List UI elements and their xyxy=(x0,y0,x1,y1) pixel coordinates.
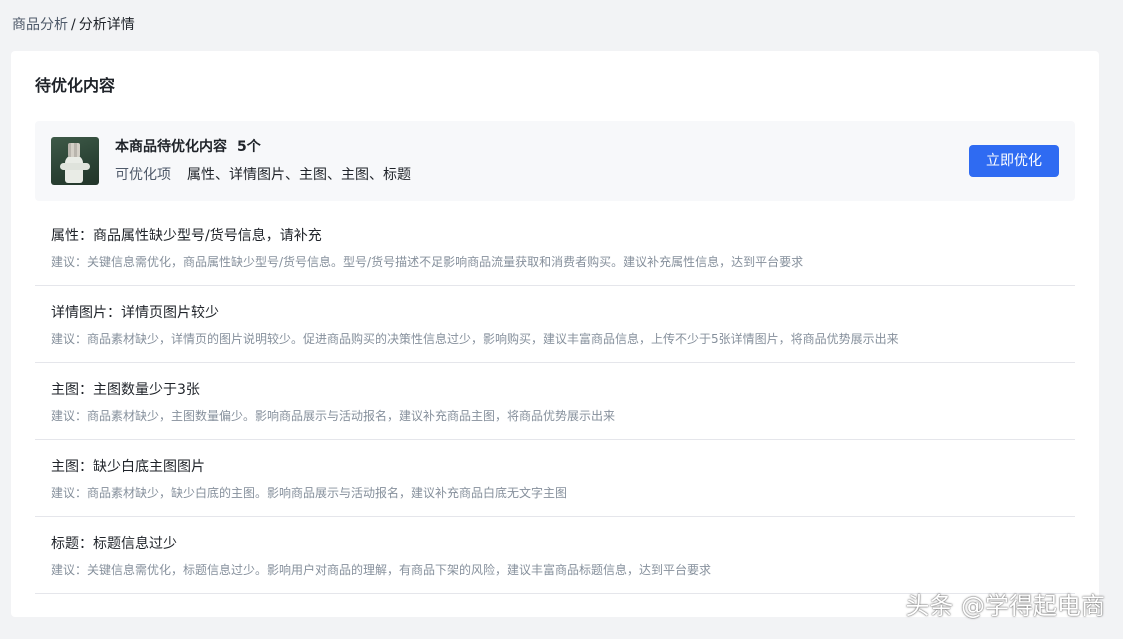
issue-title: 标题：标题信息过少 xyxy=(51,536,177,552)
issue-item: 标题：标题信息过少 建议：关键信息需优化，标题信息过少。影响用户对商品的理解，有… xyxy=(35,517,1075,594)
issue-title: 主图：缺少白底主图图片 xyxy=(51,459,205,475)
optimization-summary: 本商品待优化内容 5个 可优化项 属性、详情图片、主图、主图、标题 立即优化 xyxy=(35,121,1075,201)
issue-suggestion: 建议：关键信息需优化，商品属性缺少型号/货号信息。型号/货号描述不足影响商品流量… xyxy=(51,255,804,269)
summary-title-text: 本商品待优化内容 xyxy=(115,139,227,155)
issue-title: 主图：主图数量少于3张 xyxy=(51,382,200,398)
issue-suggestion: 建议：商品素材缺少，缺少白底的主图。影响商品展示与活动报名，建议补充商品白底无文… xyxy=(51,486,568,500)
issue-suggestion: 建议：关键信息需优化，标题信息过少。影响用户对商品的理解，有商品下架的风险，建议… xyxy=(51,563,712,577)
summary-count: 5个 xyxy=(237,139,261,155)
card-title: 待优化内容 xyxy=(35,76,116,95)
watermark: 头条 @学得起电商 xyxy=(905,592,1105,620)
product-figure-head xyxy=(68,143,80,157)
optimization-card: 待优化内容 本商品待优化内容 5个 可优化项 属性、详情图片、主图、主图、标题 立即… xyxy=(11,51,1099,617)
issue-list: 属性：商品属性缺少型号/货号信息，请补充 建议：关键信息需优化，商品属性缺少型号… xyxy=(35,209,1075,594)
issue-item: 详情图片：详情页图片较少 建议：商品素材缺少，详情页的图片说明较少。促进商品购买… xyxy=(35,286,1075,363)
issue-suggestion: 建议：商品素材缺少，详情页的图片说明较少。促进商品购买的决策性信息过少，影响购买… xyxy=(51,332,899,346)
optimize-now-button[interactable]: 立即优化 xyxy=(969,145,1059,177)
breadcrumb-separator: / xyxy=(71,17,76,33)
issue-item: 主图：缺少白底主图图片 建议：商品素材缺少，缺少白底的主图。影响商品展示与活动报… xyxy=(35,440,1075,517)
summary-items-value: 属性、详情图片、主图、主图、标题 xyxy=(187,167,411,183)
product-thumbnail xyxy=(51,137,99,185)
product-figure-arm xyxy=(60,163,90,170)
issue-title: 属性：商品属性缺少型号/货号信息，请补充 xyxy=(51,228,322,244)
issue-item: 属性：商品属性缺少型号/货号信息，请补充 建议：关键信息需优化，商品属性缺少型号… xyxy=(35,209,1075,286)
summary-items-label: 可优化项 xyxy=(115,167,171,183)
issue-title: 详情图片：详情页图片较少 xyxy=(51,305,219,321)
breadcrumb-current: 分析详情 xyxy=(78,17,135,33)
breadcrumb-link-product-analysis[interactable]: 商品分析 xyxy=(12,17,68,33)
summary-title: 本商品待优化内容 5个 xyxy=(115,137,261,157)
breadcrumb: 商品分析 / 分析详情 xyxy=(12,16,135,34)
summary-items: 可优化项 属性、详情图片、主图、主图、标题 xyxy=(115,165,411,185)
issue-item: 主图：主图数量少于3张 建议：商品素材缺少，主图数量偏少。影响商品展示与活动报名… xyxy=(35,363,1075,440)
issue-suggestion: 建议：商品素材缺少，主图数量偏少。影响商品展示与活动报名，建议补充商品主图，将商… xyxy=(51,409,616,423)
